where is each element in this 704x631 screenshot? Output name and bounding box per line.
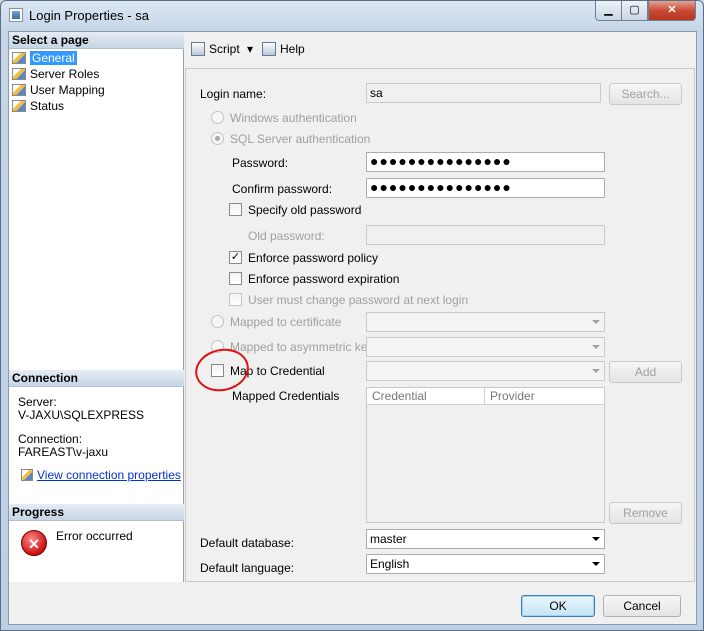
page-item-label: Status <box>30 99 65 113</box>
remove-credential-button[interactable]: Remove <box>609 502 682 524</box>
dropdown-arrow-icon <box>592 320 600 324</box>
windows-auth-radio[interactable] <box>211 111 224 124</box>
dropdown-arrow-icon[interactable]: ▾ <box>247 42 253 56</box>
password-label: Password: <box>232 156 289 170</box>
ok-button[interactable]: OK <box>521 595 595 617</box>
page-item-label: User Mapping <box>30 83 105 97</box>
view-connection-properties-link[interactable]: View connection properties <box>21 469 181 482</box>
asymmetric-key-combo[interactable] <box>366 337 605 357</box>
page-item-server-roles[interactable]: Server Roles <box>12 66 99 82</box>
sql-auth-radio[interactable] <box>211 132 224 145</box>
password-field[interactable]: ●●●●●●●●●●●●●●● <box>366 152 605 172</box>
enforce-password-expiration-checkbox[interactable] <box>229 272 242 285</box>
page-item-user-mapping[interactable]: User Mapping <box>12 82 105 98</box>
progress-status: Error occurred <box>56 529 133 543</box>
title-bar[interactable]: Login Properties - sa ▁ ▢ ✕ <box>1 1 703 31</box>
default-database-value: master <box>370 532 407 546</box>
old-password-label: Old password: <box>248 229 325 243</box>
help-button[interactable]: Help <box>262 41 305 57</box>
page-item-status[interactable]: Status <box>12 98 64 114</box>
grid-header-credential[interactable]: Credential <box>367 388 485 405</box>
select-page-header: Select a page <box>9 32 184 49</box>
view-connection-properties-link-text: View connection properties <box>37 468 181 482</box>
cancel-button[interactable]: Cancel <box>603 595 681 617</box>
enforce-password-expiration-label: Enforce password expiration <box>248 272 400 286</box>
certificate-combo[interactable] <box>366 312 605 332</box>
must-change-password-label: User must change password at next login <box>248 293 469 307</box>
default-database-combo[interactable]: master <box>366 529 605 549</box>
help-label: Help <box>280 42 305 56</box>
windows-auth-label: Windows authentication <box>230 111 357 125</box>
dropdown-arrow-icon <box>592 345 600 349</box>
login-properties-window: Login Properties - sa ▁ ▢ ✕ Select a pag… <box>0 0 704 631</box>
default-language-value: English <box>370 557 410 571</box>
page-icon <box>12 84 26 96</box>
enforce-password-policy-checkbox[interactable]: ✓ <box>229 251 242 264</box>
toolbar: Script ▾ Help <box>185 32 696 66</box>
properties-icon <box>21 469 33 481</box>
dropdown-arrow-icon <box>592 537 600 541</box>
confirm-password-label: Confirm password: <box>232 182 333 196</box>
general-page: Login name: sa Search... Windows authent… <box>185 68 695 582</box>
specify-old-password-checkbox[interactable] <box>229 203 242 216</box>
must-change-password-checkbox[interactable] <box>229 293 242 306</box>
mapped-credentials-grid[interactable]: Credential Provider <box>366 387 605 523</box>
confirm-password-field[interactable]: ●●●●●●●●●●●●●●● <box>366 178 605 198</box>
mapped-certificate-label: Mapped to certificate <box>230 315 342 329</box>
dropdown-arrow-icon <box>592 369 600 373</box>
dialog-client-area: Select a page General Server Roles User … <box>8 31 697 625</box>
dropdown-arrow-icon <box>592 562 600 566</box>
mapped-credentials-label: Mapped Credentials <box>232 389 340 403</box>
connection-header: Connection <box>9 370 184 387</box>
login-name-label: Login name: <box>200 87 267 101</box>
maximize-button[interactable]: ▢ <box>621 1 648 21</box>
credential-combo[interactable] <box>366 361 605 381</box>
window-title: Login Properties - sa <box>29 8 149 23</box>
page-item-general[interactable]: General <box>12 50 77 66</box>
grid-header-provider[interactable]: Provider <box>485 388 604 405</box>
page-icon <box>12 100 26 112</box>
close-button[interactable]: ✕ <box>648 1 696 21</box>
left-pane: Select a page General Server Roles User … <box>9 32 184 582</box>
script-button[interactable]: Script ▾ <box>191 41 253 57</box>
app-icon <box>9 8 23 22</box>
minimize-button[interactable]: ▁ <box>595 1 622 21</box>
old-password-field[interactable] <box>366 225 605 245</box>
search-button[interactable]: Search... <box>609 83 682 105</box>
default-language-label: Default language: <box>200 561 295 575</box>
error-icon: ✕ <box>21 530 47 556</box>
page-item-label: General <box>30 51 77 65</box>
script-icon <box>191 42 205 56</box>
enforce-password-policy-label: Enforce password policy <box>248 251 379 265</box>
mapped-certificate-radio[interactable] <box>211 315 224 328</box>
help-icon <box>262 42 276 56</box>
default-database-label: Default database: <box>200 536 295 550</box>
server-value: V-JAXU\SQLEXPRESS <box>18 408 145 422</box>
connection-value: FAREAST\v-jaxu <box>18 445 109 459</box>
page-icon <box>12 68 26 80</box>
page-item-label: Server Roles <box>30 67 100 81</box>
login-name-field[interactable]: sa <box>366 83 601 103</box>
default-language-combo[interactable]: English <box>366 554 605 574</box>
sql-auth-label: SQL Server authentication <box>230 132 371 146</box>
script-label: Script <box>209 42 240 56</box>
add-credential-button[interactable]: Add <box>609 361 682 383</box>
page-icon <box>12 52 26 64</box>
mapped-asymmetric-key-label: Mapped to asymmetric key <box>230 340 374 354</box>
progress-header: Progress <box>9 504 184 521</box>
specify-old-password-label: Specify old password <box>248 203 362 217</box>
